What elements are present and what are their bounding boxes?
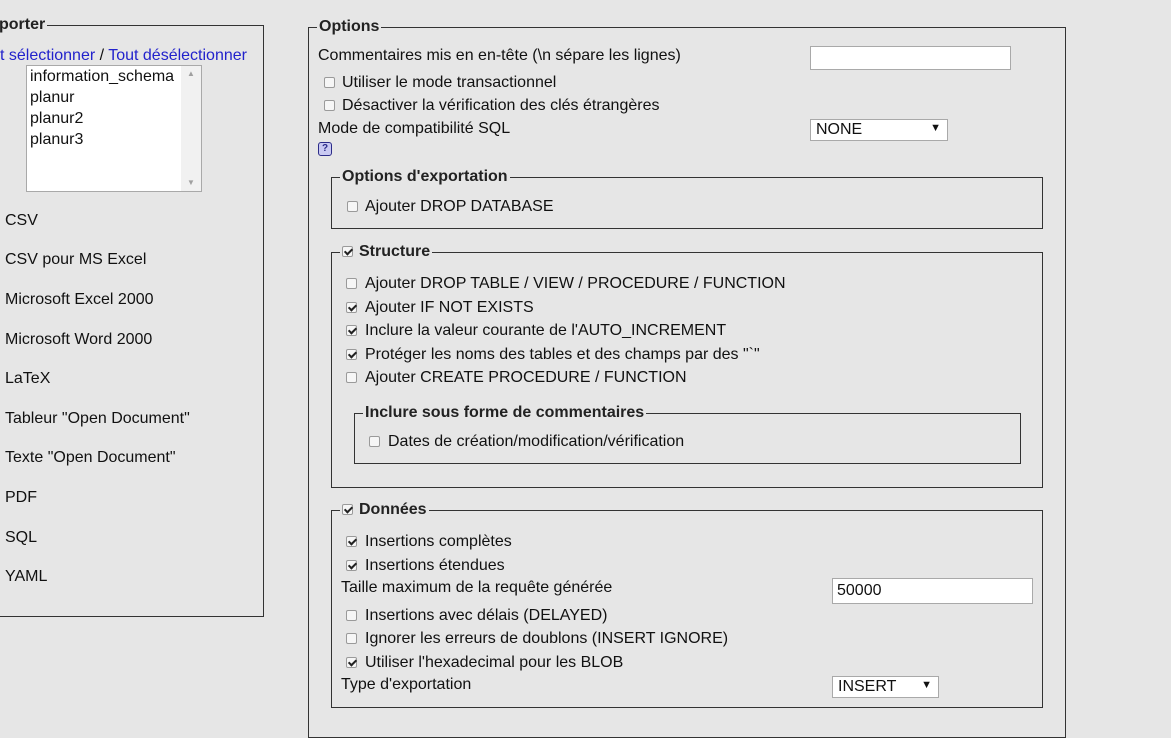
if-not-exists-checkbox[interactable]	[346, 302, 357, 313]
dates-checkbox[interactable]	[369, 436, 380, 447]
dates-label: Dates de création/modification/vérificat…	[388, 433, 685, 450]
complete-inserts-checkbox[interactable]	[346, 536, 357, 547]
complete-inserts-label: Insertions complètes	[365, 533, 512, 550]
listbox-scrollbar[interactable]: ▲ ▼	[181, 66, 201, 191]
scroll-up-icon[interactable]: ▲	[181, 69, 201, 78]
sql-compat-label: Mode de compatibilité SQL	[318, 120, 511, 137]
format-option-csv[interactable]: CSV	[5, 212, 38, 230]
extended-inserts-label: Insertions étendues	[365, 557, 505, 574]
database-option[interactable]: planur3	[27, 129, 201, 150]
header-comment-input[interactable]	[810, 46, 1011, 70]
header-comment-label: Commentaires mis en en-tête (\n sépare l…	[318, 47, 681, 64]
hex-blob-label: Utiliser l'hexadecimal pour les BLOB	[365, 654, 624, 671]
format-option-pdf[interactable]: PDF	[5, 489, 37, 507]
dropdown-arrow-icon: ▼	[921, 679, 932, 691]
disable-fk-checkbox[interactable]	[324, 100, 335, 111]
database-option[interactable]: planur	[27, 87, 201, 108]
format-option-latex[interactable]: LaTeX	[5, 370, 50, 388]
help-icon[interactable]: ?	[318, 142, 332, 156]
format-option-excel-2000[interactable]: Microsoft Excel 2000	[5, 291, 154, 309]
delayed-checkbox[interactable]	[346, 610, 357, 621]
export-type-select[interactable]: INSERT ▼	[832, 676, 939, 698]
hex-blob-checkbox[interactable]	[346, 657, 357, 668]
extended-inserts-checkbox[interactable]	[346, 560, 357, 571]
database-listbox[interactable]: information_schema planur planur2 planur…	[26, 65, 202, 192]
use-transaction-checkbox[interactable]	[324, 77, 335, 88]
export-options-legend: Options d'exportation	[342, 168, 508, 185]
delayed-label: Insertions avec délais (DELAYED)	[365, 607, 608, 624]
format-option-word-2000[interactable]: Microsoft Word 2000	[5, 331, 152, 349]
link-separator: /	[95, 47, 109, 64]
comments-legend: Inclure sous forme de commentaires	[365, 404, 645, 421]
use-transaction-label: Utiliser le mode transactionnel	[342, 74, 557, 91]
create-procedure-label: Ajouter CREATE PROCEDURE / FUNCTION	[365, 369, 687, 386]
drop-database-checkbox[interactable]	[347, 201, 358, 212]
export-type-label: Type d'exportation	[341, 676, 472, 693]
format-option-odt[interactable]: Texte "Open Document"	[5, 449, 176, 467]
select-all-link[interactable]: t sélectionner	[0, 47, 95, 64]
insert-ignore-label: Ignorer les erreurs de doublons (INSERT …	[365, 630, 729, 647]
exporter-legend: porter	[0, 16, 46, 33]
sql-compat-select[interactable]: NONE ▼	[810, 119, 948, 141]
drop-table-checkbox[interactable]	[346, 278, 357, 289]
backquotes-label: Protéger les noms des tables et des cham…	[365, 346, 760, 363]
max-query-label: Taille maximum de la requête générée	[341, 579, 613, 596]
format-option-csv-excel[interactable]: CSV pour MS Excel	[5, 251, 146, 269]
database-option[interactable]: information_schema	[27, 66, 201, 87]
drop-table-label: Ajouter DROP TABLE / VIEW / PROCEDURE / …	[365, 275, 786, 292]
sql-compat-value: NONE	[816, 121, 863, 138]
drop-database-label: Ajouter DROP DATABASE	[365, 198, 554, 215]
export-type-value: INSERT	[838, 678, 897, 695]
dropdown-arrow-icon: ▼	[930, 122, 941, 134]
auto-increment-checkbox[interactable]	[346, 325, 357, 336]
disable-fk-label: Désactiver la vérification des clés étra…	[342, 97, 660, 114]
auto-increment-label: Inclure la valeur courante de l'AUTO_INC…	[365, 322, 727, 339]
data-checkbox[interactable]	[342, 504, 353, 515]
data-legend: Données	[340, 501, 429, 519]
format-option-sql[interactable]: SQL	[5, 529, 37, 547]
database-option[interactable]: planur2	[27, 108, 201, 129]
backquotes-checkbox[interactable]	[346, 349, 357, 360]
scroll-down-icon[interactable]: ▼	[181, 178, 201, 187]
structure-legend: Structure	[340, 243, 432, 261]
insert-ignore-checkbox[interactable]	[346, 633, 357, 644]
create-procedure-checkbox[interactable]	[346, 372, 357, 383]
options-legend: Options	[319, 18, 380, 35]
structure-checkbox[interactable]	[342, 246, 353, 257]
deselect-all-link[interactable]: Tout désélectionner	[108, 47, 247, 64]
format-option-ods[interactable]: Tableur "Open Document"	[5, 410, 190, 428]
db-selection-links: t sélectionner / Tout désélectionner	[0, 47, 247, 65]
max-query-input[interactable]	[832, 578, 1033, 604]
if-not-exists-label: Ajouter IF NOT EXISTS	[365, 299, 534, 316]
format-option-yaml[interactable]: YAML	[5, 568, 47, 586]
